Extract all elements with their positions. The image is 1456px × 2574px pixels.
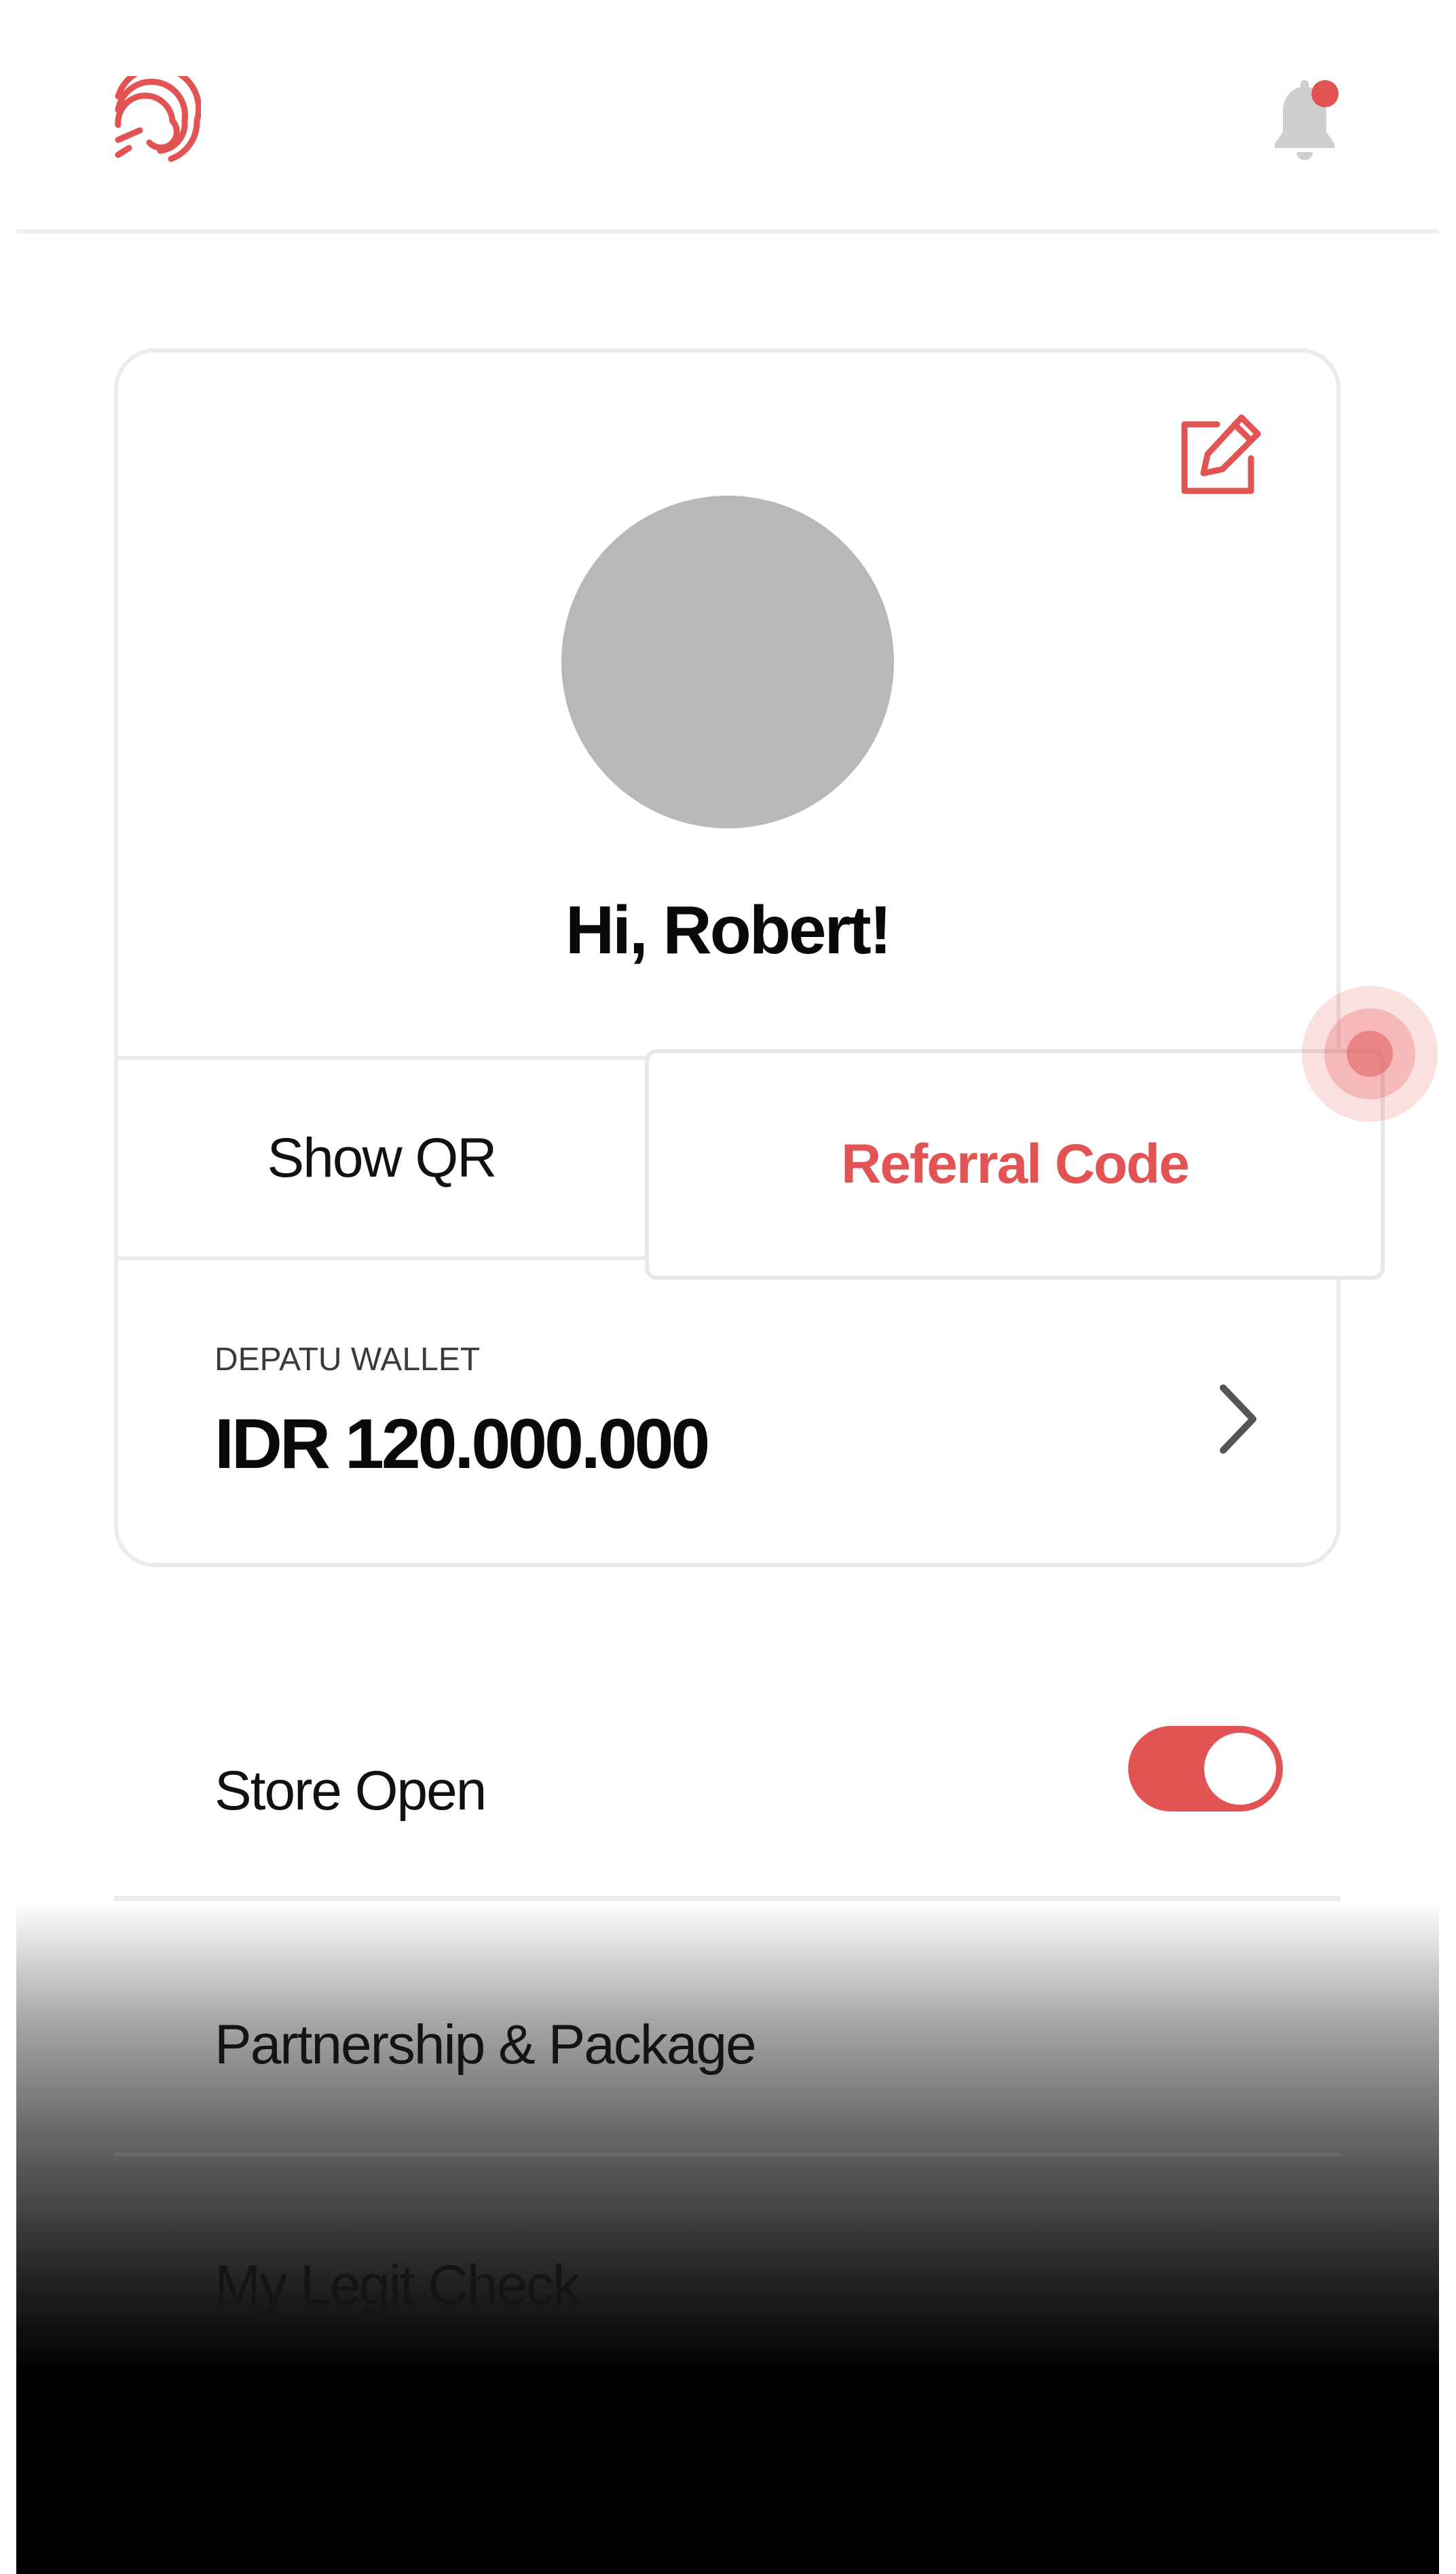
divider: [114, 2152, 1341, 2156]
store-open-label: Store Open: [214, 1760, 487, 1822]
divider: [114, 1896, 1341, 1901]
touch-indicator-dot: [1347, 1031, 1393, 1077]
show-qr-button[interactable]: Show QR: [118, 1060, 645, 1256]
notification-badge: [1311, 80, 1339, 107]
menu-item-my-legit-check[interactable]: My Legit Check: [214, 2251, 580, 2319]
wallet-amount[interactable]: IDR 120.000.000: [214, 1400, 710, 1488]
store-open-toggle[interactable]: [1128, 1726, 1283, 1812]
bell-icon[interactable]: [1267, 73, 1343, 166]
profile-screen: Hi, Robert! Show QR Referral Code DEPATU…: [0, 0, 1456, 2574]
touch-indicator: [1302, 986, 1438, 1122]
greeting-text: Hi, Robert!: [565, 892, 892, 968]
referral-code-button[interactable]: Referral Code: [645, 1049, 1385, 1280]
depatu-fingerprint-logo-icon[interactable]: [114, 76, 201, 163]
edit-icon[interactable]: [1176, 412, 1263, 499]
header-divider: [16, 229, 1439, 234]
toggle-knob: [1204, 1733, 1276, 1805]
wallet-label: DEPATU WALLET: [214, 1342, 481, 1378]
chevron-right-icon[interactable]: [1208, 1378, 1269, 1460]
bottom-fade-overlay: [16, 1901, 1439, 2574]
avatar[interactable]: [561, 496, 894, 828]
menu-item-partnership-package[interactable]: Partnership & Package: [214, 2011, 757, 2079]
